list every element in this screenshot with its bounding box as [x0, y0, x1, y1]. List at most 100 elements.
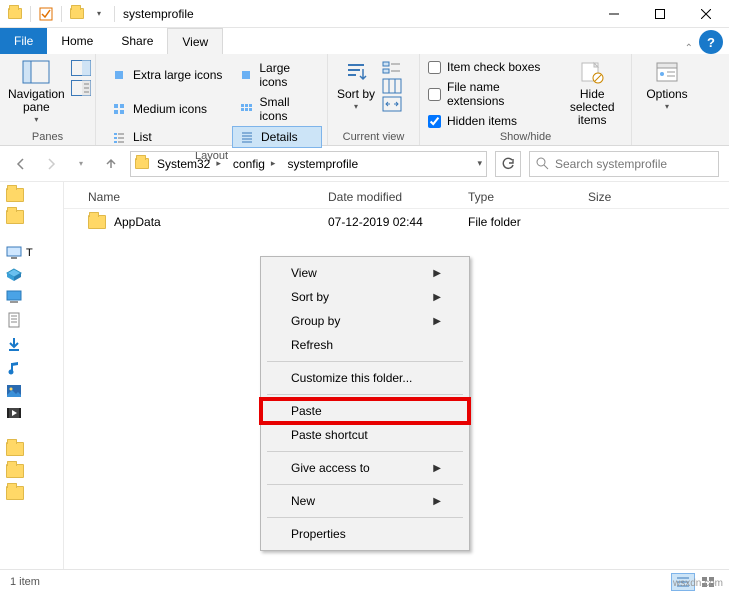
window-title: systemprofile — [115, 7, 202, 21]
chevron-right-icon[interactable]: ▸ — [216, 158, 221, 169]
chevron-down-icon: ▾ — [354, 103, 358, 112]
pictures-icon — [6, 384, 22, 398]
this-pc-icon — [6, 246, 22, 260]
col-size[interactable]: Size — [588, 190, 705, 204]
folder-icon — [6, 442, 24, 456]
chevron-down-icon: ▾ — [34, 116, 38, 125]
tab-file[interactable]: File — [0, 28, 47, 54]
qat-checkbox-icon[interactable] — [37, 5, 55, 23]
layout-extra-large[interactable]: Extra large icons — [104, 58, 232, 92]
tab-share[interactable]: Share — [107, 28, 167, 54]
ctx-properties[interactable]: Properties — [261, 522, 469, 546]
forward-button[interactable] — [40, 153, 62, 175]
qat-dropdown-icon[interactable]: ▾ — [90, 5, 108, 23]
close-button[interactable] — [683, 0, 729, 28]
layout-medium[interactable]: Medium icons — [104, 92, 232, 126]
breadcrumb: systemprofile — [283, 157, 362, 171]
chevron-right-icon: ▶ — [433, 316, 441, 327]
search-icon — [536, 157, 549, 170]
col-name[interactable]: Name — [88, 190, 328, 204]
layout-list[interactable]: List — [104, 126, 232, 148]
object3d-icon — [6, 268, 22, 282]
context-menu: View▶ Sort by▶ Group by▶ Refresh Customi… — [260, 256, 470, 551]
hide-selected-button[interactable]: Hide selected items — [561, 58, 623, 128]
chevron-right-icon: ▶ — [433, 292, 441, 303]
col-type[interactable]: Type — [468, 190, 588, 204]
panes-group-label: Panes — [8, 129, 87, 143]
layout-small[interactable]: Small icons — [232, 92, 322, 126]
ctx-customize[interactable]: Customize this folder... — [261, 366, 469, 390]
add-columns-icon[interactable] — [382, 78, 402, 94]
folder-icon — [6, 188, 24, 202]
col-date[interactable]: Date modified — [328, 190, 468, 204]
ctx-give-access[interactable]: Give access to▶ — [261, 456, 469, 480]
nav-tree[interactable]: T — [0, 182, 64, 569]
watermark: wsxdn.com — [673, 578, 723, 589]
table-row[interactable]: AppData 07-12-2019 02:44 File folder — [64, 209, 729, 235]
ctx-view[interactable]: View▶ — [261, 261, 469, 285]
ribbon-tabs: File Home Share View ⌃ ? — [0, 28, 729, 54]
address-bar[interactable]: System32▸ config▸ systemprofile ▾ — [130, 151, 487, 177]
item-checkboxes-toggle[interactable]: Item check boxes — [428, 60, 555, 74]
folder-icon — [6, 464, 24, 478]
back-button[interactable] — [10, 153, 32, 175]
column-headers[interactable]: Name Date modified Type Size — [64, 182, 729, 209]
hidden-items-toggle[interactable]: Hidden items — [428, 114, 555, 128]
chevron-right-icon: ▶ — [433, 268, 441, 279]
separator — [267, 361, 463, 362]
documents-icon — [6, 312, 22, 328]
refresh-button[interactable] — [495, 151, 521, 177]
group-by-icon[interactable] — [382, 60, 402, 76]
chevron-right-icon[interactable]: ▸ — [271, 158, 276, 169]
folder-icon — [6, 210, 24, 224]
options-button[interactable]: Options ▾ — [640, 58, 694, 112]
ribbon: Navigation pane ▾ Panes Extra large icon… — [0, 54, 729, 146]
address-dropdown-icon[interactable]: ▾ — [477, 158, 482, 169]
preview-pane-icon[interactable] — [71, 60, 91, 76]
layout-large[interactable]: Large icons — [232, 58, 322, 92]
folder-icon — [88, 215, 106, 229]
minimize-button[interactable] — [591, 0, 637, 28]
search-input[interactable]: Search systemprofile — [529, 151, 719, 177]
separator — [267, 517, 463, 518]
file-extensions-toggle[interactable]: File name extensions — [428, 80, 555, 108]
navigation-pane-label: Navigation pane — [8, 88, 65, 114]
music-icon — [6, 360, 22, 376]
ctx-paste-shortcut[interactable]: Paste shortcut — [261, 423, 469, 447]
showhide-group-label: Show/hide — [428, 129, 623, 143]
tab-view[interactable]: View — [167, 28, 223, 54]
collapse-ribbon-icon[interactable]: ⌃ — [685, 43, 693, 54]
ctx-group-by[interactable]: Group by▶ — [261, 309, 469, 333]
size-columns-icon[interactable] — [382, 96, 402, 112]
breadcrumb: config▸ — [229, 157, 280, 171]
chevron-down-icon: ▾ — [665, 103, 669, 112]
separator — [267, 394, 463, 395]
up-button[interactable] — [100, 153, 122, 175]
separator — [267, 451, 463, 452]
separator — [267, 484, 463, 485]
current-view-group-label: Current view — [336, 129, 411, 143]
downloads-icon — [6, 336, 22, 352]
details-pane-icon[interactable] — [71, 80, 91, 96]
ctx-sort-by[interactable]: Sort by▶ — [261, 285, 469, 309]
tab-home[interactable]: Home — [47, 28, 107, 54]
sort-by-button[interactable]: Sort by ▾ — [336, 58, 376, 112]
history-dropdown[interactable]: ▾ — [70, 153, 92, 175]
videos-icon — [6, 406, 22, 420]
ctx-refresh[interactable]: Refresh — [261, 333, 469, 357]
item-count: 1 item — [10, 576, 40, 588]
navigation-pane-button[interactable]: Navigation pane ▾ — [8, 58, 65, 125]
chevron-right-icon: ▶ — [433, 496, 441, 507]
chevron-right-icon: ▶ — [433, 463, 441, 474]
maximize-button[interactable] — [637, 0, 683, 28]
explorer-folder-icon — [68, 5, 86, 23]
status-bar: 1 item — [0, 569, 729, 593]
layout-details[interactable]: Details — [232, 126, 322, 148]
ctx-new[interactable]: New▶ — [261, 489, 469, 513]
help-button[interactable]: ? — [699, 30, 723, 54]
explorer-icon — [6, 5, 24, 23]
ctx-paste[interactable]: Paste — [261, 399, 469, 423]
folder-icon — [6, 486, 24, 500]
titlebar: ▾ systemprofile — [0, 0, 729, 28]
desktop-icon — [6, 290, 22, 304]
